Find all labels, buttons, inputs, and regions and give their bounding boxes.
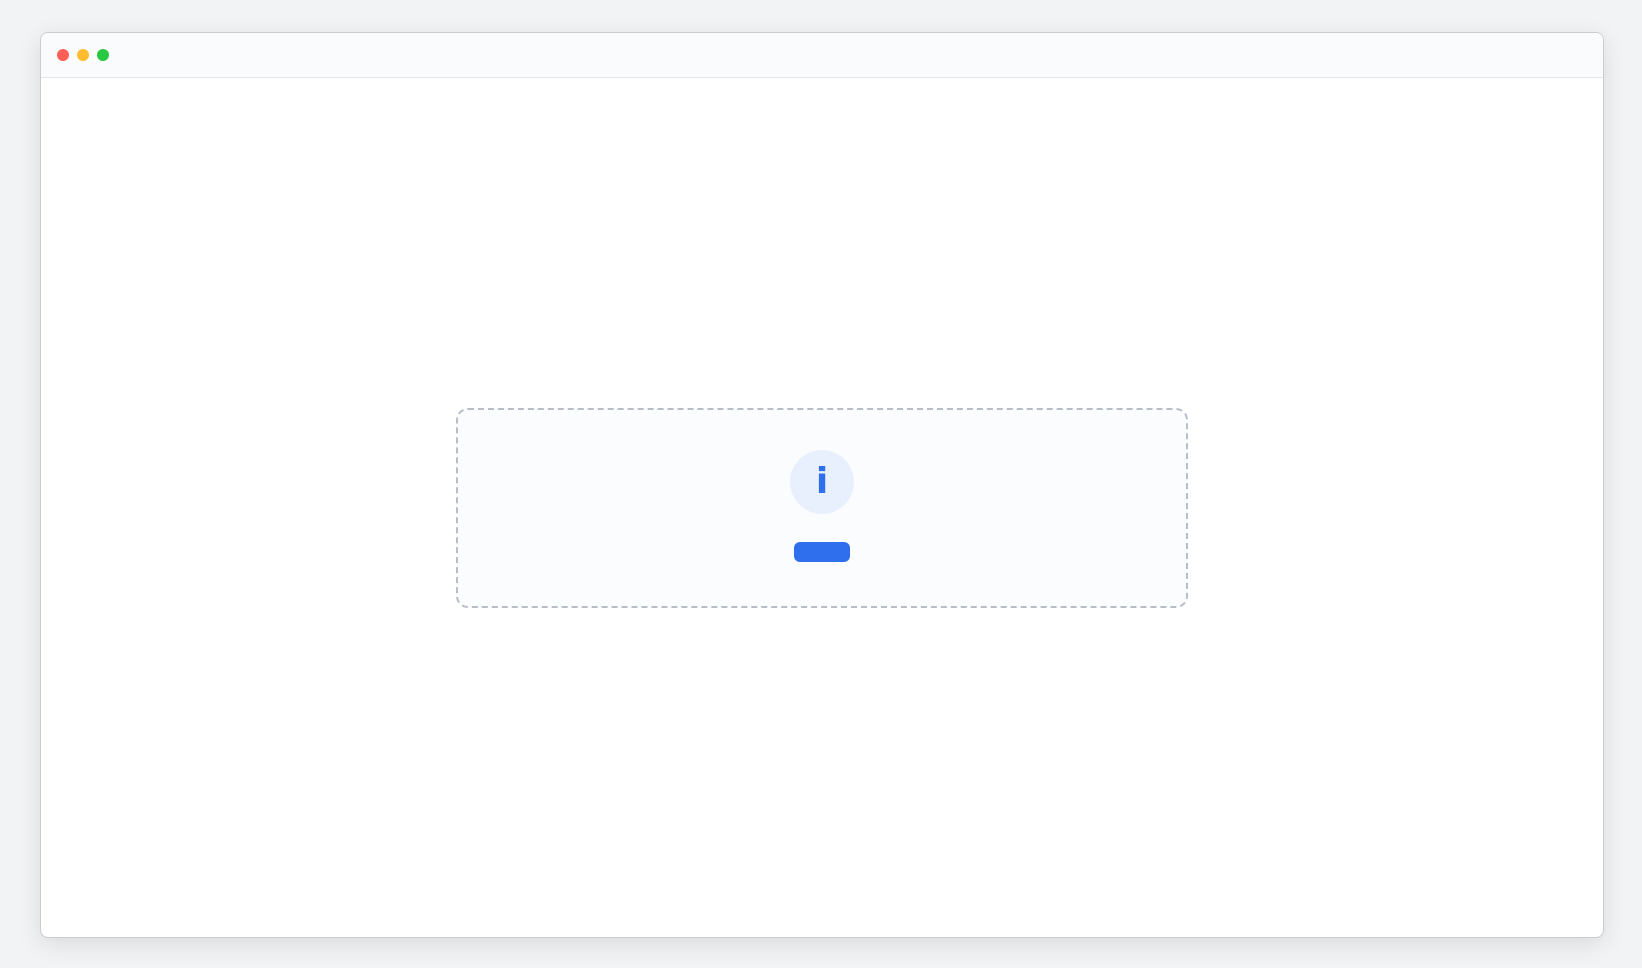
missing-image-notice: i: [456, 407, 1188, 608]
app-window: i: [40, 32, 1604, 938]
info-icon: i: [790, 449, 854, 514]
title-bar: [41, 33, 1603, 78]
window-controls: [57, 49, 109, 61]
close-window-icon[interactable]: [57, 49, 69, 61]
minimize-window-icon[interactable]: [77, 49, 89, 61]
content-area: i: [41, 78, 1603, 937]
maximize-window-icon[interactable]: [97, 49, 109, 61]
upload-again-button[interactable]: [794, 541, 850, 562]
